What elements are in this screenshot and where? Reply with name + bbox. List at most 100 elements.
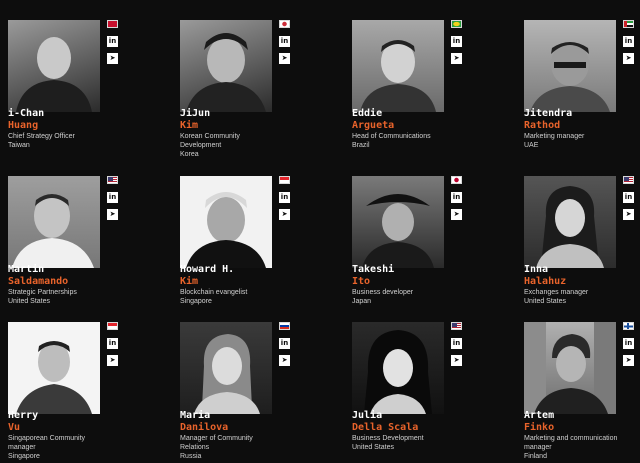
first-name: Martin [8,264,45,275]
card-side-icons: in ➤ [451,322,463,372]
location: Japan [352,298,372,305]
linkedin-icon[interactable]: in [279,36,290,47]
telegram-icon[interactable]: ➤ [623,53,634,64]
linkedin-icon[interactable]: in [623,338,634,349]
profile-photo [524,20,616,112]
last-name: Finko [524,422,555,433]
location: UAE [524,142,539,149]
telegram-icon[interactable]: ➤ [623,209,634,220]
location: United States [524,298,567,305]
card-side-icons: in ➤ [107,176,119,226]
profile-photo [524,322,616,414]
location: Singapore [8,453,40,460]
profile-photo [352,176,444,268]
singapore-flag-icon [107,322,118,330]
first-name: Jitendra [524,108,573,119]
location: Finland [524,453,547,460]
card-side-icons: in ➤ [107,322,119,372]
card-side-icons: in ➤ [107,20,119,70]
linkedin-icon[interactable]: in [623,192,634,203]
last-name: Kim [180,120,199,131]
first-name: Julia [352,410,383,421]
last-name: Della Scala [352,422,419,433]
location: Taiwan [8,142,30,149]
profile-photo [524,176,616,268]
card-side-icons: in ➤ [279,322,291,372]
job-title: Singaporean Community manager [8,435,86,451]
telegram-icon[interactable]: ➤ [623,355,634,366]
usa-flag-icon [107,176,118,184]
job-title: Exchanges manager [524,289,589,296]
brazil-flag-icon [451,20,462,28]
job-title: Head of Communications [352,133,431,140]
telegram-icon[interactable]: ➤ [107,53,118,64]
last-name: Kim [180,276,199,287]
job-title: Manager of Community Relations [180,435,253,451]
linkedin-icon[interactable]: in [279,192,290,203]
linkedin-icon[interactable]: in [451,338,462,349]
location: Singapore [180,298,212,305]
job-title: Chief Strategy Officer [8,133,75,140]
location: Korea [180,151,199,158]
location: United States [8,298,51,305]
profile-photo [352,322,444,414]
first-name: Herry [8,410,39,421]
linkedin-icon[interactable]: in [107,192,118,203]
card-side-icons: in ➤ [451,20,463,70]
telegram-icon[interactable]: ➤ [107,209,118,220]
last-name: Saldamando [8,276,69,287]
profile-photo [8,176,100,268]
location: Brazil [352,142,370,149]
telegram-icon[interactable]: ➤ [451,53,462,64]
card-side-icons: in ➤ [279,20,291,70]
korea-flag-icon [279,20,290,28]
usa-flag-icon [623,176,634,184]
finland-flag-icon [623,322,634,330]
profile-photo [180,322,272,414]
card-side-icons: in ➤ [623,20,635,70]
last-name: Vu [8,422,21,433]
linkedin-icon[interactable]: in [451,192,462,203]
usa-flag-icon [451,322,462,330]
telegram-icon[interactable]: ➤ [279,53,290,64]
profile-photo [8,20,100,112]
linkedin-icon[interactable]: in [107,36,118,47]
linkedin-icon[interactable]: in [451,36,462,47]
telegram-icon[interactable]: ➤ [279,355,290,366]
location: Russia [180,453,202,460]
first-name: Artem [524,410,555,421]
job-title: Blockchain evangelist [180,289,248,296]
job-title: Business developer [352,289,414,296]
job-title: Business Development [352,435,424,442]
telegram-icon[interactable]: ➤ [107,355,118,366]
telegram-icon[interactable]: ➤ [279,209,290,220]
last-name: Argueta [352,120,395,131]
last-name: Ito [352,276,371,287]
last-name: Danilova [180,422,229,433]
first-name: Takeshi [352,264,395,275]
uae-flag-icon [623,20,634,28]
location: United States [352,444,395,451]
russia-flag-icon [279,322,290,330]
job-title: Marketing manager [524,133,585,140]
linkedin-icon[interactable]: in [623,36,634,47]
last-name: Rathod [524,120,561,131]
last-name: Huang [8,120,39,131]
first-name: Eddie [352,108,383,119]
card-side-icons: in ➤ [279,176,291,226]
last-name: Halahuz [524,276,567,287]
card-side-icons: in ➤ [623,322,635,372]
first-name: JiJun [180,108,211,119]
profile-photo [180,176,272,268]
taiwan-flag-icon [107,20,118,28]
first-name: Inna [524,264,549,275]
card-side-icons: in ➤ [623,176,635,226]
telegram-icon[interactable]: ➤ [451,209,462,220]
job-title: Korean Community Development [180,133,240,149]
telegram-icon[interactable]: ➤ [451,355,462,366]
linkedin-icon[interactable]: in [107,338,118,349]
first-name: Maria [180,410,211,421]
linkedin-icon[interactable]: in [279,338,290,349]
japan-flag-icon [451,176,462,184]
first-name: i-Chan [8,108,45,119]
